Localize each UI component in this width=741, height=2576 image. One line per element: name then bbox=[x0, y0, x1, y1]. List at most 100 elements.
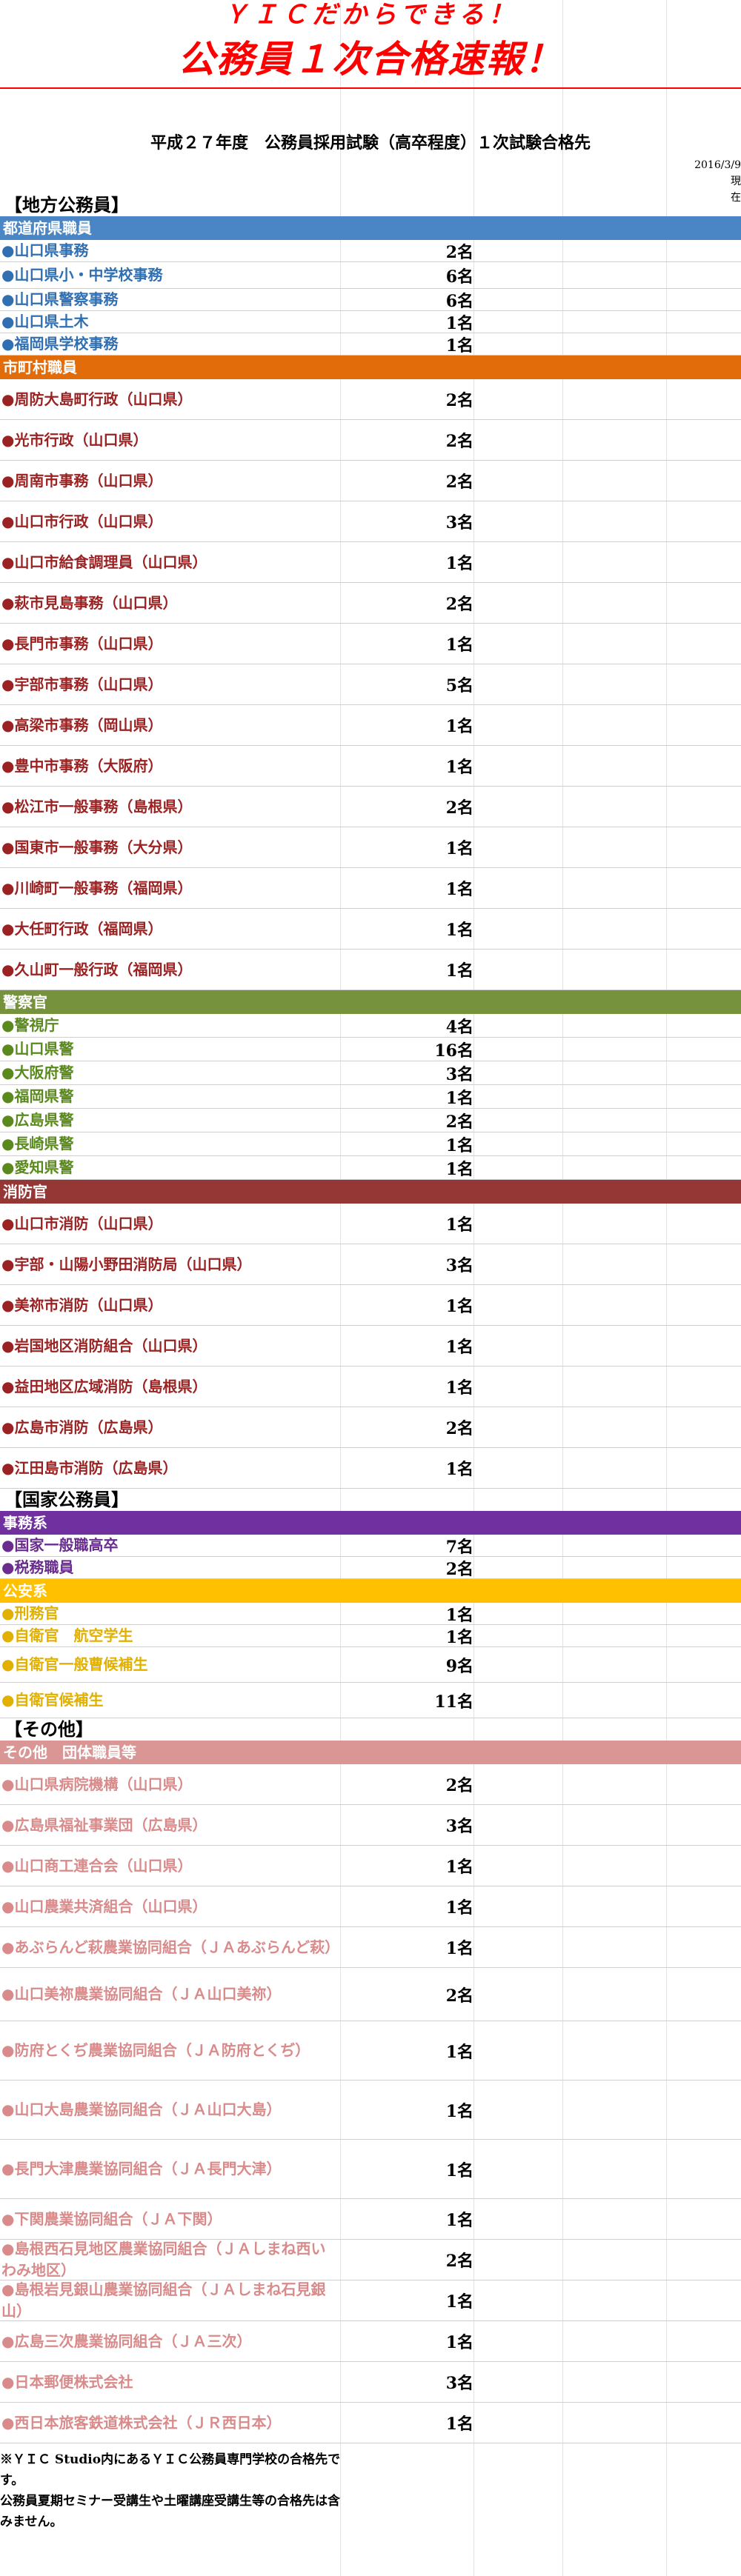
result-row: ●愛知県警 1名 bbox=[0, 1156, 741, 1180]
employer-name: ●警視庁 bbox=[0, 1014, 337, 1037]
employer-name: ●広島県福祉事業団（広島県） bbox=[0, 1805, 337, 1845]
employer-name: ●大任町行政（福岡県） bbox=[0, 909, 337, 949]
pass-count: 3名 bbox=[445, 1817, 473, 1836]
employer-name-text: ●広島県警 bbox=[1, 1111, 74, 1129]
result-row: ●光市行政（山口県） 2名 bbox=[0, 420, 741, 461]
result-row: ●あぶらんど萩農業協同組合（ＪＡあぶらんど萩） 1名 bbox=[0, 1927, 741, 1968]
pass-count: 9名 bbox=[445, 1656, 473, 1676]
employer-name: ●山口市消防（山口県） bbox=[0, 1204, 337, 1244]
employer-name: ●益田地区広域消防（島根県） bbox=[0, 1367, 337, 1407]
pass-count: 1名 bbox=[445, 2415, 473, 2434]
employer-name-text: ●岩国地区消防組合（山口県） bbox=[1, 1336, 207, 1355]
pass-count: 3名 bbox=[445, 513, 473, 533]
banner-line1: ＹＩＣだからできる！ bbox=[222, 0, 519, 30]
pass-count: 1名 bbox=[445, 1939, 473, 1958]
pass-count: 6名 bbox=[445, 267, 473, 287]
employer-name-text: ●山口県小・中学校事務 bbox=[1, 266, 163, 284]
employer-name: ●自衛官一般曹候補生 bbox=[0, 1647, 337, 1682]
result-row: ●長門大津農業協同組合（ＪＡ長門大津） 1名 bbox=[0, 2140, 741, 2199]
employer-name-text: ●長門市事務（山口県） bbox=[1, 634, 163, 653]
employer-name: ●松江市一般事務（島根県） bbox=[0, 787, 337, 827]
employer-name-text: ●宇部・山陽小野田消防局（山口県） bbox=[1, 1255, 252, 1273]
result-row: ●自衛官一般曹候補生 9名 bbox=[0, 1647, 741, 1683]
employer-name-text: ●高梁市事務（岡山県） bbox=[1, 715, 163, 734]
result-row: ●山口県警 16名 bbox=[0, 1038, 741, 1061]
employer-name-text: ●大阪府警 bbox=[1, 1064, 74, 1081]
result-row: ●刑務官 1名 bbox=[0, 1603, 741, 1625]
pass-count: 1名 bbox=[445, 1858, 473, 1877]
pass-count: 1名 bbox=[445, 758, 473, 777]
pass-count: 6名 bbox=[445, 291, 473, 311]
result-row: ●大任町行政（福岡県） 1名 bbox=[0, 909, 741, 950]
employer-name-text: ●山口美祢農業協同組合（ＪＡ山口美祢） bbox=[1, 1985, 282, 2003]
result-row: ●国東市一般事務（大分県） 1名 bbox=[0, 827, 741, 868]
employer-name-text: ●周防大島町行政（山口県） bbox=[1, 390, 193, 408]
employer-name-text: ●大任町行政（福岡県） bbox=[1, 919, 163, 938]
result-row: ●宇部・山陽小野田消防局（山口県） 3名 bbox=[0, 1244, 741, 1285]
employer-name-text: ●税務職員 bbox=[1, 1558, 74, 1576]
pass-count: 1名 bbox=[445, 921, 473, 940]
footer-note-1: ※ＹＩＣ Studio内にあるＹＩＣ公務員専門学校の合格先です。 bbox=[0, 2452, 341, 2488]
employer-name-text: ●山口県警察事務 bbox=[1, 290, 119, 308]
employer-name: ●山口県事務 bbox=[0, 240, 337, 261]
employer-name: ●大阪府警 bbox=[0, 1061, 337, 1084]
result-row: ●松江市一般事務（島根県） 2名 bbox=[0, 787, 741, 827]
employer-name: ●日本郵便株式会社 bbox=[0, 2362, 337, 2402]
pass-count: 2名 bbox=[445, 595, 473, 614]
pass-count: 16名 bbox=[434, 1041, 473, 1061]
pass-count: 1名 bbox=[445, 880, 473, 899]
employer-name-text: ●長崎県警 bbox=[1, 1135, 74, 1152]
employer-name: ●長門大津農業協同組合（ＪＡ長門大津） bbox=[0, 2140, 337, 2198]
employer-name: ●長崎県警 bbox=[0, 1132, 337, 1155]
employer-name-text: ●自衛官 航空学生 bbox=[1, 1626, 133, 1644]
pass-count: 1名 bbox=[445, 839, 473, 858]
result-row: ●久山町一般行政（福岡県） 1名 bbox=[0, 950, 741, 990]
employer-name: ●自衛官候補生 bbox=[0, 1683, 337, 1718]
employer-name: ●山口市給食調理員（山口県） bbox=[0, 542, 337, 582]
pass-count: 1名 bbox=[445, 1215, 473, 1235]
employer-name: ●刑務官 bbox=[0, 1603, 337, 1624]
banner-line2: 公務員１次合格速報！ bbox=[178, 37, 563, 81]
employer-name-text: ●島根西石見地区農業協同組合（ＪＡしまね西いわみ地区） bbox=[1, 2240, 326, 2279]
pass-count: 3名 bbox=[445, 1064, 473, 1084]
pass-count: 1名 bbox=[445, 1338, 473, 1357]
section-group-heading: 【地方公務員】 bbox=[0, 194, 741, 217]
pass-count: 1名 bbox=[445, 1297, 473, 1316]
employer-name-text: ●益田地区広域消防（島根県） bbox=[1, 1377, 207, 1395]
pass-count: 2名 bbox=[445, 391, 473, 410]
employer-name: ●山口県警察事務 bbox=[0, 289, 337, 310]
employer-name-text: ●あぶらんど萩農業協同組合（ＪＡあぶらんど萩） bbox=[1, 1938, 340, 1956]
pass-count: 7名 bbox=[445, 1537, 473, 1557]
pass-count: 1名 bbox=[445, 2211, 473, 2230]
employer-name: ●山口県病院機構（山口県） bbox=[0, 1764, 337, 1804]
result-row: ●自衛官 航空学生 1名 bbox=[0, 1625, 741, 1647]
result-row: ●大阪府警 3名 bbox=[0, 1061, 741, 1085]
pass-count: 2名 bbox=[445, 1112, 473, 1132]
result-row: ●国家一般職高卒 7名 bbox=[0, 1535, 741, 1557]
pass-count: 5名 bbox=[445, 676, 473, 695]
category-header: 警察官 bbox=[0, 990, 741, 1014]
employer-name: ●広島三次農業協同組合（ＪＡ三次） bbox=[0, 2321, 337, 2361]
result-row: ●山口市行政（山口県） 3名 bbox=[0, 501, 741, 542]
result-row: ●山口農業共済組合（山口県） 1名 bbox=[0, 1886, 741, 1927]
employer-name-text: ●江田島市消防（広島県） bbox=[1, 1458, 178, 1477]
pass-count: 1名 bbox=[445, 1378, 473, 1398]
employer-name: ●山口市行政（山口県） bbox=[0, 501, 337, 541]
pass-count: 1名 bbox=[445, 1605, 473, 1625]
result-row: ●広島県警 2名 bbox=[0, 1109, 741, 1132]
employer-name-text: ●山口県警 bbox=[1, 1040, 74, 1058]
pass-count: 11名 bbox=[434, 1692, 473, 1712]
employer-name: ●周防大島町行政（山口県） bbox=[0, 379, 337, 419]
employer-name-text: ●西日本旅客鉄道株式会社（ＪＲ西日本） bbox=[1, 2413, 282, 2432]
employer-name: ●島根岩見銀山農業協同組合（ＪＡしまね石見銀山） bbox=[0, 2280, 337, 2320]
pass-count: 1名 bbox=[445, 2101, 473, 2121]
result-row: ●山口県警察事務 6名 bbox=[0, 289, 741, 311]
employer-name: ●長門市事務（山口県） bbox=[0, 624, 337, 664]
result-row: ●山口大島農業協同組合（ＪＡ山口大島） 1名 bbox=[0, 2081, 741, 2140]
employer-name: ●税務職員 bbox=[0, 1557, 337, 1578]
pass-count: 2名 bbox=[445, 2252, 473, 2271]
employer-name-text: ●広島市消防（広島県） bbox=[1, 1418, 163, 1436]
result-row: ●山口県病院機構（山口県） 2名 bbox=[0, 1764, 741, 1805]
document-title: 平成２７年度 公務員採用試験（高卒程度）１次試験合格先 bbox=[150, 133, 591, 153]
employer-name: ●西日本旅客鉄道株式会社（ＪＲ西日本） bbox=[0, 2403, 337, 2443]
